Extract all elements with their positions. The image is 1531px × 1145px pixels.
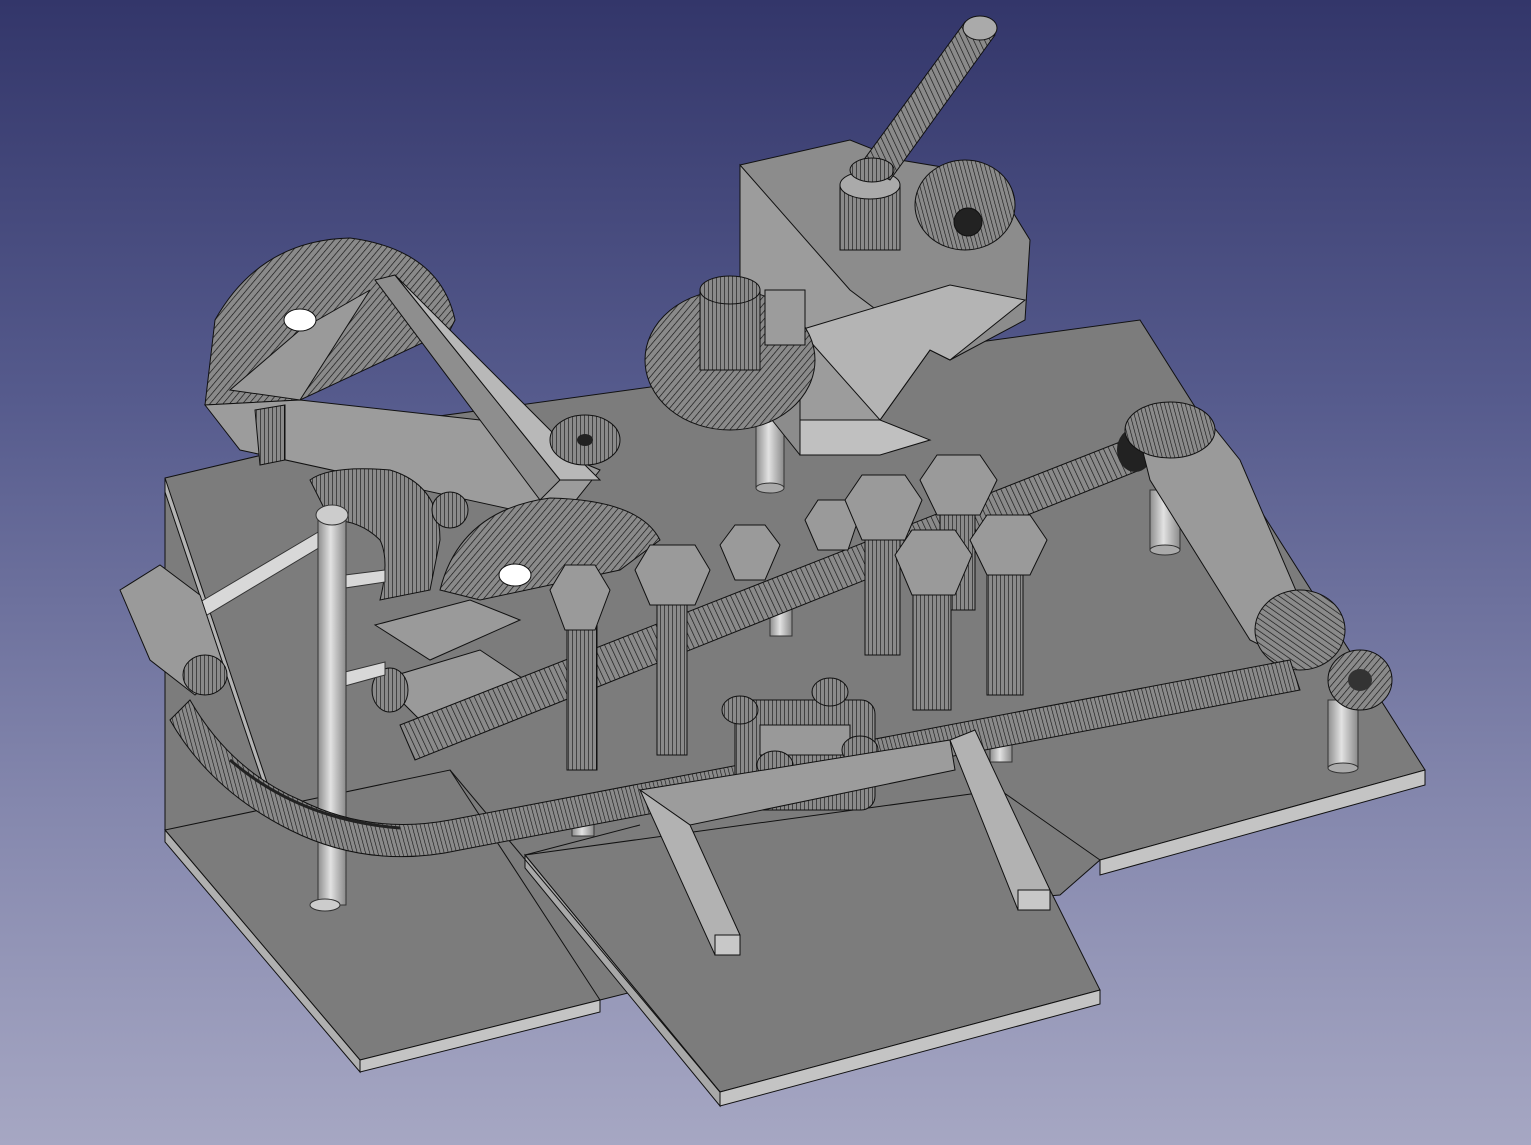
pipe-elbow-joint (1124, 401, 1216, 459)
pipe-left-cap (182, 654, 228, 696)
3d-viewport[interactable] (0, 0, 1531, 1145)
small-foot-left (254, 404, 286, 466)
gear-fan-right-hole (498, 563, 532, 587)
clamp-knob-left (721, 695, 759, 725)
bolt-shaft (656, 599, 688, 756)
bolt-shaft (566, 624, 598, 771)
pipe-end-hole (1348, 669, 1372, 691)
bolt-head[interactable] (634, 544, 711, 606)
bolt-shaft (912, 589, 952, 711)
3d-model-scene[interactable] (0, 0, 1531, 1145)
half-ring-pin (431, 491, 469, 529)
bolt-shaft (864, 534, 901, 656)
ramp-foot-right (1017, 889, 1051, 911)
post-right-back-cap (1149, 544, 1181, 556)
housing-boss-hole (953, 207, 983, 237)
ramp-foot-left (714, 934, 741, 956)
tilted-rod-tip (962, 15, 998, 41)
post-right-front-cap (1327, 762, 1359, 774)
tilted-rod-body[interactable] (859, 21, 996, 181)
gear-fan-left-hole (283, 308, 317, 332)
pipe-elbow-lower (1254, 589, 1346, 671)
spur-gear-shaft-cap (699, 275, 761, 305)
spur-gear-key (764, 289, 806, 346)
clamp-knob-right (811, 677, 849, 707)
clamp-window (759, 724, 851, 756)
tall-post-bottom (309, 898, 341, 912)
bolt-shaft (986, 569, 1024, 696)
tilted-rod-base (849, 157, 895, 183)
tilted-rod[interactable] (849, 15, 998, 183)
fan-ring-center (577, 434, 593, 446)
post-under-housing-cap (755, 482, 785, 494)
tall-post-top (315, 504, 349, 526)
post-right-front[interactable] (1327, 699, 1359, 769)
housing-boss[interactable] (914, 159, 1016, 251)
